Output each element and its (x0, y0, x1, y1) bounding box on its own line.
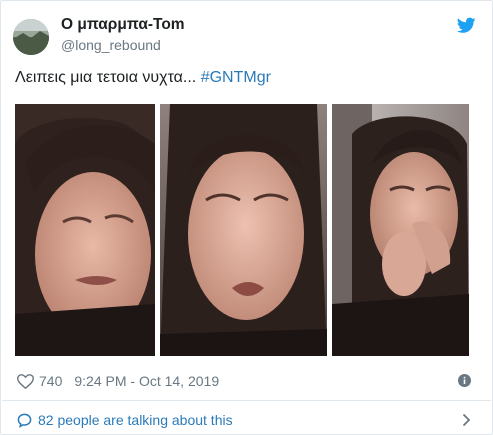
author-handle[interactable]: @long_rebound (61, 36, 185, 54)
footer-divider (2, 400, 491, 401)
hashtag-link[interactable]: #GNTMgr (201, 69, 271, 86)
twitter-bird-icon[interactable] (457, 17, 476, 34)
tweet-media-grid (15, 104, 469, 356)
conversation-link[interactable]: 82 people are talking about this (17, 411, 233, 429)
embedded-tweet-card: Ο μπαρμπα-Tom @long_rebound Λειπεις μια … (0, 0, 493, 435)
tweet-text: Λειπεις μια τετοια νυχτα... #GNTMgr (15, 68, 271, 88)
tweet-photo-2[interactable] (160, 104, 327, 356)
speech-bubble-icon (17, 413, 32, 428)
tweet-timestamp[interactable]: 9:24 PM - Oct 14, 2019 (74, 372, 219, 390)
tweet-body-text: Λειπεις μια τετοια νυχτα... (15, 69, 201, 86)
like-count[interactable]: 740 (39, 372, 62, 390)
author-display-name[interactable]: Ο μπαρμπα-Tom (61, 15, 185, 35)
info-icon[interactable] (458, 374, 471, 387)
conversation-label[interactable]: 82 people are talking about this (38, 411, 233, 429)
tweet-meta-row: 740 9:24 PM - Oct 14, 2019 (17, 372, 219, 390)
chevron-right-icon[interactable] (462, 413, 471, 427)
tweet-photo-1[interactable] (15, 104, 155, 356)
author-block[interactable]: Ο μπαρμπα-Tom @long_rebound (61, 15, 185, 54)
tweet-photo-3[interactable] (332, 104, 469, 356)
heart-icon[interactable] (17, 373, 34, 389)
author-avatar[interactable] (13, 19, 49, 55)
